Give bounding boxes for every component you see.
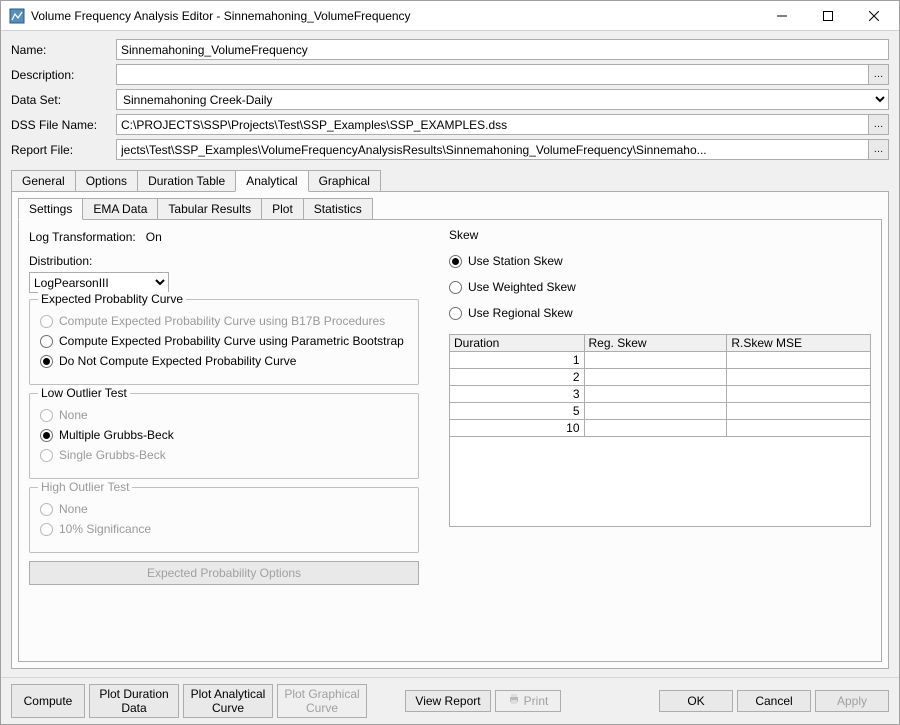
name-label: Name: <box>11 43 116 57</box>
plot-graphical-button: Plot Graphical Curve <box>277 684 367 718</box>
expected-prob-title: Expected Probablity Curve <box>38 292 186 306</box>
expected-prob-opt2[interactable]: Compute Expected Probability Curve using… <box>40 334 408 348</box>
log-transform-label: Log Transformation: <box>29 230 136 244</box>
ok-button[interactable]: OK <box>659 690 733 712</box>
plot-analytical-button[interactable]: Plot Analytical Curve <box>183 684 273 718</box>
description-input[interactable] <box>116 64 868 85</box>
maximize-button[interactable] <box>805 1 851 30</box>
skew-opt2[interactable]: Use Weighted Skew <box>449 280 871 294</box>
tab-plot[interactable]: Plot <box>261 198 304 219</box>
table-row: 2 <box>450 369 871 386</box>
app-icon <box>9 8 25 24</box>
window-title: Volume Frequency Analysis Editor - Sinne… <box>31 9 759 23</box>
apply-button: Apply <box>815 690 889 712</box>
window: Volume Frequency Analysis Editor - Sinne… <box>0 0 900 725</box>
close-button[interactable] <box>851 1 897 30</box>
log-transform-value: On <box>146 230 162 244</box>
view-report-button[interactable]: View Report <box>405 690 491 712</box>
low-outlier-group: Low Outlier Test None Multiple Grubbs-Be… <box>29 393 419 479</box>
table-row: 10 <box>450 420 871 437</box>
dssfile-ellipsis-button[interactable]: … <box>868 114 889 135</box>
distribution-label: Distribution: <box>29 254 419 268</box>
high-outlier-opt2: 10% Significance <box>40 522 408 536</box>
skew-table: Duration Reg. Skew R.Skew MSE 1 2 3 5 10 <box>449 334 871 437</box>
settings-panel: Log Transformation: On Distribution: Log… <box>18 219 882 662</box>
radio-icon <box>449 281 462 294</box>
col-duration: Duration <box>450 335 585 352</box>
titlebar: Volume Frequency Analysis Editor - Sinne… <box>1 1 899 31</box>
print-button: Print <box>495 690 561 712</box>
tab-general[interactable]: General <box>11 170 76 191</box>
low-outlier-opt1: None <box>40 408 408 422</box>
table-row: 1 <box>450 352 871 369</box>
high-outlier-group: High Outlier Test None 10% Significance <box>29 487 419 553</box>
radio-icon <box>40 335 53 348</box>
minimize-button[interactable] <box>759 1 805 30</box>
table-row: 5 <box>450 403 871 420</box>
high-outlier-opt1: None <box>40 502 408 516</box>
radio-icon <box>449 307 462 320</box>
radio-icon <box>40 523 53 536</box>
radio-icon <box>40 449 53 462</box>
footer: Compute Plot Duration Data Plot Analytic… <box>1 677 899 724</box>
skew-opt3[interactable]: Use Regional Skew <box>449 306 871 320</box>
tab-settings[interactable]: Settings <box>18 198 83 220</box>
tab-analytical[interactable]: Analytical <box>235 170 308 192</box>
outer-tabs: General Options Duration Table Analytica… <box>11 170 889 191</box>
dssfile-input[interactable] <box>116 114 868 135</box>
col-reg-skew: Reg. Skew <box>584 335 727 352</box>
compute-button[interactable]: Compute <box>11 684 85 718</box>
expected-prob-opt3[interactable]: Do Not Compute Expected Probability Curv… <box>40 354 408 368</box>
tab-statistics[interactable]: Statistics <box>303 198 373 219</box>
expected-prob-opt1: Compute Expected Probability Curve using… <box>40 314 408 328</box>
expected-prob-options-button: Expected Probability Options <box>29 561 419 585</box>
content-area: Name: Description: … Data Set: Sinnemaho… <box>1 31 899 677</box>
description-label: Description: <box>11 68 116 82</box>
radio-icon <box>40 355 53 368</box>
tab-options[interactable]: Options <box>75 170 138 191</box>
low-outlier-opt3: Single Grubbs-Beck <box>40 448 408 462</box>
reportfile-input[interactable] <box>116 139 868 160</box>
dssfile-label: DSS File Name: <box>11 118 116 132</box>
skew-opt1[interactable]: Use Station Skew <box>449 254 871 268</box>
reportfile-ellipsis-button[interactable]: … <box>868 139 889 160</box>
cancel-button[interactable]: Cancel <box>737 690 811 712</box>
description-ellipsis-button[interactable]: … <box>868 64 889 85</box>
skew-title: Skew <box>449 228 871 242</box>
dataset-select[interactable]: Sinnemahoning Creek-Daily <box>116 89 889 110</box>
inner-tabs: Settings EMA Data Tabular Results Plot S… <box>18 198 882 219</box>
expected-prob-group: Expected Probablity Curve Compute Expect… <box>29 299 419 385</box>
radio-icon <box>449 255 462 268</box>
reportfile-label: Report File: <box>11 143 116 157</box>
radio-icon <box>40 429 53 442</box>
plot-duration-button[interactable]: Plot Duration Data <box>89 684 179 718</box>
radio-icon <box>40 409 53 422</box>
radio-icon <box>40 503 53 516</box>
tab-ema-data[interactable]: EMA Data <box>82 198 158 219</box>
name-input[interactable] <box>116 39 889 60</box>
tab-tabular-results[interactable]: Tabular Results <box>157 198 262 219</box>
printer-icon <box>508 693 520 708</box>
window-controls <box>759 1 897 30</box>
low-outlier-title: Low Outlier Test <box>38 386 130 400</box>
analytical-panel: Settings EMA Data Tabular Results Plot S… <box>11 191 889 669</box>
high-outlier-title: High Outlier Test <box>38 480 132 494</box>
low-outlier-opt2[interactable]: Multiple Grubbs-Beck <box>40 428 408 442</box>
table-empty-area <box>449 437 871 527</box>
log-transform-row: Log Transformation: On <box>29 230 419 244</box>
col-rskew-mse: R.Skew MSE <box>727 335 871 352</box>
radio-icon <box>40 315 53 328</box>
tab-graphical[interactable]: Graphical <box>308 170 381 191</box>
dataset-label: Data Set: <box>11 93 116 107</box>
tab-duration-table[interactable]: Duration Table <box>137 170 236 191</box>
table-row: 3 <box>450 386 871 403</box>
distribution-select[interactable]: LogPearsonIII <box>29 272 169 293</box>
